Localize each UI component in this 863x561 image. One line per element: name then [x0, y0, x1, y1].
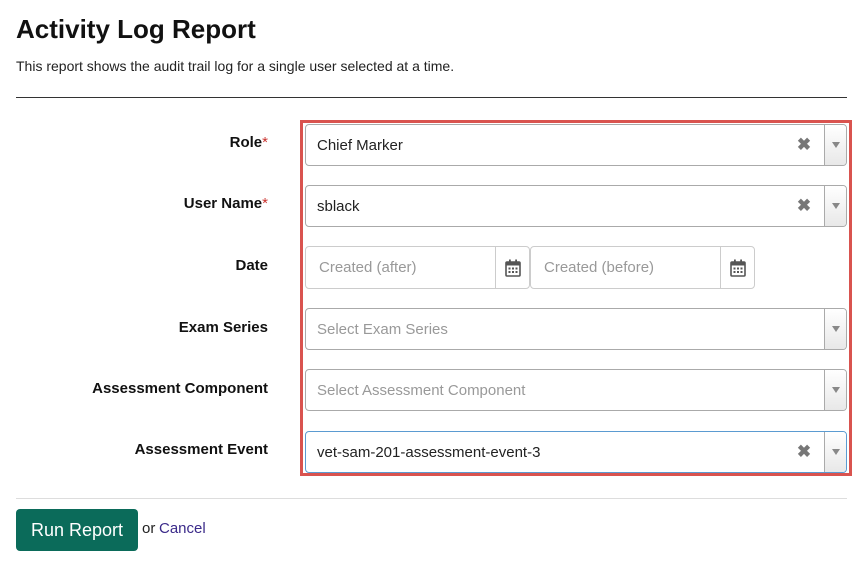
- chevron-down-icon[interactable]: [824, 186, 846, 226]
- chevron-down-icon[interactable]: [824, 432, 846, 472]
- role-select-value: Chief Marker: [317, 136, 403, 154]
- user-name-select-value: sblack: [317, 197, 360, 215]
- role-label: Role*: [230, 134, 268, 151]
- page-title: Activity Log Report: [16, 14, 256, 44]
- assessment-event-label: Assessment Event: [134, 441, 268, 458]
- required-mark: *: [262, 134, 268, 151]
- chevron-down-icon[interactable]: [824, 370, 846, 410]
- assessment-component-select[interactable]: Select Assessment Component: [305, 369, 847, 411]
- assessment-event-select[interactable]: vet-sam-201-assessment-event-3 ✖: [305, 431, 847, 473]
- chevron-down-icon[interactable]: [824, 125, 846, 165]
- page-description: This report shows the audit trail log fo…: [16, 58, 455, 74]
- assessment-event-value: vet-sam-201-assessment-event-3: [317, 443, 541, 461]
- exam-series-label: Exam Series: [178, 319, 268, 336]
- close-icon[interactable]: ✖: [794, 196, 814, 216]
- user-name-label-text: User Name: [183, 195, 263, 212]
- exam-series-placeholder: Select Exam Series: [317, 320, 448, 338]
- user-name-label: User Name*: [184, 195, 268, 212]
- date-label: Date: [235, 257, 268, 274]
- chevron-down-icon[interactable]: [824, 309, 846, 349]
- calendar-icon[interactable]: [495, 247, 529, 288]
- created-before-placeholder: Created (before): [544, 259, 655, 276]
- run-report-button[interactable]: Run Report: [16, 509, 138, 551]
- divider: [16, 498, 847, 499]
- role-label-text: Role: [229, 134, 263, 151]
- required-mark: *: [262, 195, 268, 212]
- cancel-link[interactable]: Cancel: [159, 520, 206, 537]
- role-select[interactable]: Chief Marker ✖: [305, 124, 847, 166]
- user-name-select[interactable]: sblack ✖: [305, 185, 847, 227]
- created-after-input[interactable]: Created (after): [305, 246, 530, 289]
- assessment-component-label: Assessment Component: [92, 380, 268, 397]
- close-icon[interactable]: ✖: [794, 442, 814, 462]
- highlight-box: [300, 120, 852, 476]
- exam-series-select[interactable]: Select Exam Series: [305, 308, 847, 350]
- created-after-placeholder: Created (after): [319, 259, 417, 276]
- assessment-component-placeholder: Select Assessment Component: [317, 381, 526, 399]
- divider: [16, 97, 847, 98]
- created-before-input[interactable]: Created (before): [530, 246, 755, 289]
- close-icon[interactable]: ✖: [794, 135, 814, 155]
- calendar-icon[interactable]: [720, 247, 754, 288]
- or-text: or: [142, 520, 156, 537]
